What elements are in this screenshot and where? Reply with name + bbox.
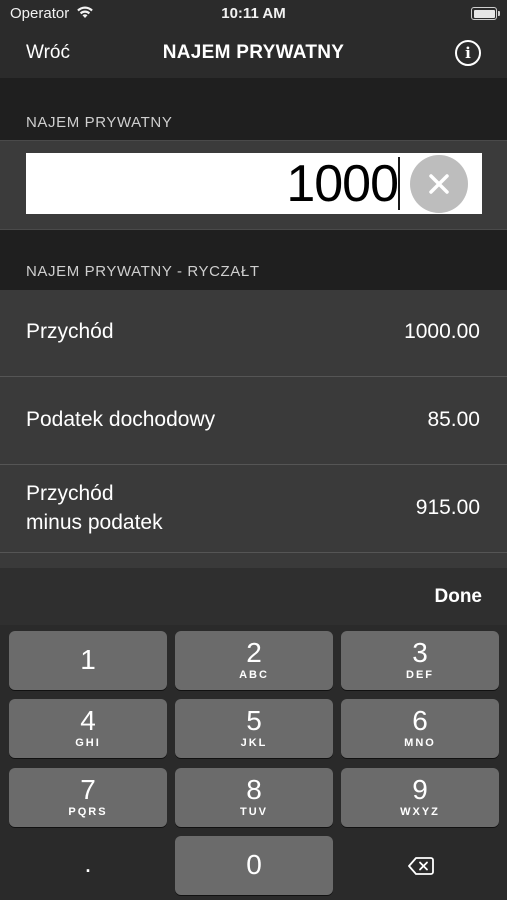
key-digit: 3	[412, 637, 428, 668]
results-section-header: NAJEM PRYWATNY - RYCZAŁT	[26, 263, 260, 280]
key-decimal[interactable]: .	[9, 836, 167, 895]
info-icon[interactable]: i	[455, 40, 481, 66]
done-button[interactable]: Done	[435, 586, 483, 608]
text-caret	[398, 157, 400, 210]
amount-value: 1000	[286, 155, 399, 213]
key-6[interactable]: 6 MNO	[341, 699, 499, 758]
key-backspace[interactable]	[341, 836, 499, 895]
key-letters: TUV	[240, 806, 268, 818]
key-7[interactable]: 7 PQRS	[9, 768, 167, 827]
key-5[interactable]: 5 JKL	[175, 699, 333, 758]
net-label-line1: Przychód	[26, 482, 114, 505]
key-letters: MNO	[404, 737, 436, 749]
page-title: NAJEM PRYWATNY	[162, 42, 345, 63]
key-2[interactable]: 2 ABC	[175, 631, 333, 690]
revenue-value: 1000.00	[404, 320, 480, 343]
key-digit: 0	[246, 849, 262, 880]
key-letters: DEF	[406, 669, 434, 681]
key-letters: JKL	[240, 737, 268, 749]
amount-input-group: 1000	[0, 140, 507, 230]
key-letters: PQRS	[68, 806, 108, 818]
key-8[interactable]: 8 TUV	[175, 768, 333, 827]
key-3[interactable]: 3 DEF	[341, 631, 499, 690]
key-letters: ABC	[239, 669, 269, 681]
clear-button[interactable]	[410, 155, 468, 213]
key-digit: 8	[246, 774, 262, 805]
key-digit: 5	[246, 705, 262, 736]
net-value: 915.00	[415, 496, 480, 519]
navigation-bar: Wróć NAJEM PRYWATNY i	[0, 30, 507, 78]
net-label-line2: minus podatek	[26, 511, 163, 534]
income-tax-value: 85.00	[427, 408, 480, 431]
numeric-keypad: 1 2 ABC 3 DEF 4 GHI 5 JKL 6 MNO 7 PQRS 8…	[0, 625, 507, 900]
revenue-label: Przychód	[26, 320, 114, 343]
clock: 10:11 AM	[221, 5, 286, 22]
key-letters: WXYZ	[400, 806, 440, 818]
key-0[interactable]: 0	[175, 836, 333, 895]
key-digit: 7	[80, 774, 96, 805]
key-digit: 4	[80, 705, 96, 736]
income-tax-label: Podatek dochodowy	[26, 408, 216, 431]
key-digit: 9	[412, 774, 428, 805]
key-digit: 6	[412, 705, 428, 736]
key-9[interactable]: 9 WXYZ	[341, 768, 499, 827]
keyboard-toolbar: Done	[0, 568, 507, 625]
amount-input[interactable]: 1000	[26, 153, 482, 214]
input-section-header: NAJEM PRYWATNY	[26, 114, 173, 131]
close-icon	[429, 174, 449, 194]
key-decimal-label: .	[84, 848, 92, 878]
key-1[interactable]: 1	[9, 631, 167, 690]
backspace-icon	[408, 857, 434, 875]
key-digit: 2	[246, 637, 262, 668]
status-bar: Operator 10:11 AM	[0, 0, 507, 30]
battery-icon	[471, 7, 500, 20]
key-4[interactable]: 4 GHI	[9, 699, 167, 758]
key-letters: GHI	[75, 737, 101, 749]
key-digit: 1	[80, 644, 96, 675]
